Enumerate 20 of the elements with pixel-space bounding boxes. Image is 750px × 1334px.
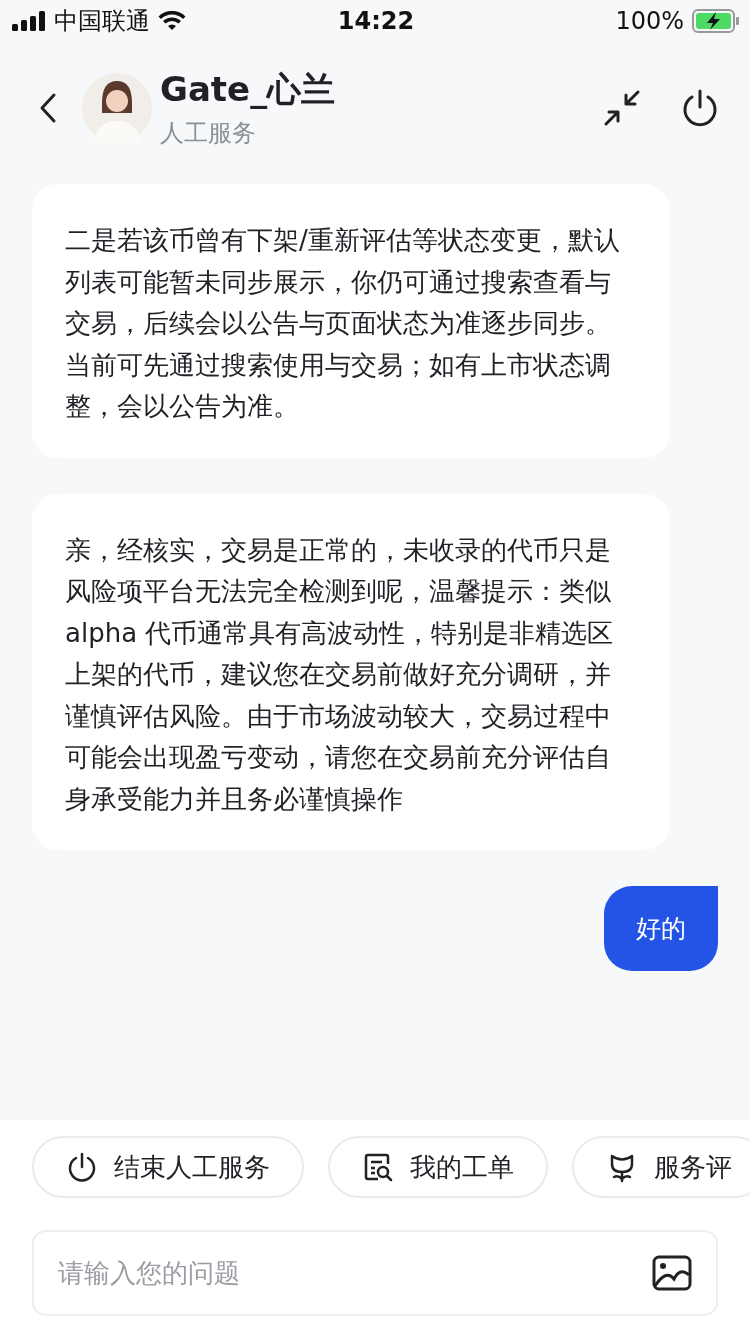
document-search-icon (362, 1151, 394, 1183)
message-text: 当前可先通过搜索使用与交易；如有上市状态调整，会以公告为准。 (65, 348, 612, 423)
status-time: 14:22 (337, 7, 415, 35)
battery-charging-icon (692, 9, 740, 33)
image-upload-icon[interactable] (652, 1255, 692, 1291)
agent-subtitle: 人工服务 (160, 118, 257, 149)
signal-icon (12, 11, 46, 31)
user-message: 好的 (604, 886, 718, 971)
carrier-name: 中国联通 (54, 6, 150, 37)
quick-action-chip[interactable]: 服务评 (572, 1136, 750, 1198)
message-input-field[interactable]: 请输入您的问题 (32, 1230, 718, 1316)
power-icon (66, 1151, 98, 1183)
message-text: 二是若该币曾有下架/重新评估等状态变更，默认列表可能暂未同步展示，你仍可通过搜索查看与交易，后续会以公告与页面状态为准逐步同步。 (65, 224, 621, 340)
wifi-icon (158, 11, 186, 31)
quick-action-chip[interactable]: 结束人工服务 (32, 1136, 304, 1198)
quick-action-chip[interactable]: 我的工单 (328, 1136, 548, 1198)
battery-percent: 100% (615, 7, 684, 35)
avatar-icon (82, 73, 152, 143)
message-text: 亲，经核实，交易是正常的，未收录的代币只是风险项平台无法完全检测到呢，温馨提示：类似 alpha 代币通常具有高波动性，特别是非精选区上架的代币，建议您在交易前做好充分调研，并谨慎评估风险。由于市场波动较大，交易过程中可能会出现盈亏变动，请您在交易前充分评估自身承受能力并且务必谨慎操作 (65, 533, 615, 816)
agent-name: Gate_心兰 (160, 68, 337, 111)
